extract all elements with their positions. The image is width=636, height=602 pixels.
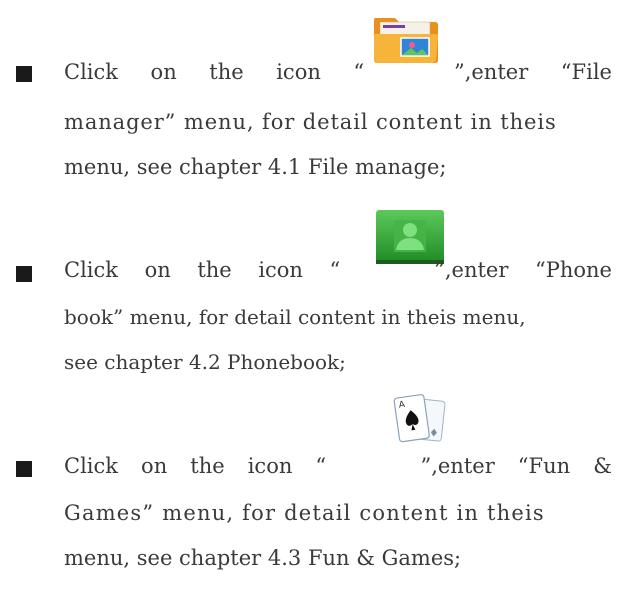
bullet-square — [16, 66, 32, 82]
word: Click — [64, 454, 118, 478]
item-line-2: Games” menu, for detail content in theis — [64, 501, 545, 525]
word: Click — [64, 258, 118, 282]
open-quote: “ — [315, 454, 327, 478]
word: “Phone — [534, 258, 612, 282]
item-line-3: see chapter 4.2 Phonebook; — [64, 350, 346, 374]
word: the — [197, 258, 232, 282]
word: on — [150, 60, 177, 84]
item-line-2: book” menu, for detail content in theis … — [64, 305, 526, 329]
word: ”,enter — [420, 454, 495, 478]
word: ”,enter — [453, 60, 529, 84]
item-line-3: menu, see chapter 4.3 Fun & Games; — [64, 546, 462, 570]
word: “Fun — [517, 454, 571, 478]
item-line-1: Click on the icon “ ”,enter “Phone — [64, 258, 612, 282]
word: “File — [560, 60, 612, 84]
word: & — [593, 454, 612, 478]
open-quote: “ — [329, 258, 341, 282]
word: icon — [276, 60, 321, 84]
word: the — [209, 60, 244, 84]
word: on — [141, 454, 168, 478]
file-manager-folder-icon — [371, 12, 441, 64]
bullet-square — [16, 461, 32, 477]
open-quote: “ — [353, 60, 365, 84]
item-line-2: manager” menu, for detail content in the… — [64, 110, 557, 134]
word: icon — [258, 258, 303, 282]
word: icon — [247, 454, 293, 478]
word: Click — [64, 60, 118, 84]
word: the — [190, 454, 225, 478]
playing-cards-icon: A — [393, 392, 449, 448]
item-line-1: Click on the icon “ ”,enter “File — [64, 60, 612, 84]
bullet-square — [16, 266, 32, 282]
word: on — [144, 258, 171, 282]
word: ”,enter — [434, 258, 509, 282]
item-line-1: Click on the icon “ ”,enter “Fun & — [64, 454, 612, 478]
item-line-3: menu, see chapter 4.1 File manage; — [64, 155, 447, 179]
